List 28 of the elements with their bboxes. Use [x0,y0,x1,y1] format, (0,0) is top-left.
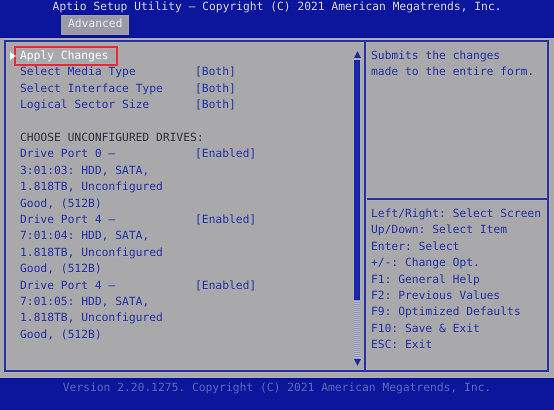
key-help-line: Enter: Select [371,238,460,255]
option-value[interactable]: [Enabled] [195,278,256,344]
menu-item[interactable]: Drive Port 4 – 7:01:05: HDD, SATA, 1.818TB, Unconfigured Good, (512B) [20,278,195,344]
tab[interactable]: Advanced [61,15,130,36]
key-help-line: F9: Optimized Defaults [371,304,522,320]
option-value[interactable]: [Both] [195,80,236,98]
key-help-line: F2: Previous Values [371,288,502,304]
option-value[interactable]: [Both] [195,97,236,114]
key-help-line: Left/Right: Select Screen [371,206,542,222]
menu-item[interactable]: Drive Port 0 – 3:01:03: HDD, SATA, 1.818TB, Unconfigured Good, (512B) [20,146,195,212]
menu-item[interactable]: Select Interface Type [20,80,195,98]
window-title: Aptio Setup Utility – Copyright (C) 2021 American Megatrends, Inc. [52,0,502,15]
option-value[interactable]: [Enabled] [195,146,256,212]
help-text: Submits the changes made to the entire form. [371,48,536,80]
key-help-line: F1: General Help [371,272,481,288]
key-help-line: ESC: Exit [371,337,434,354]
option-value[interactable]: [Both] [195,64,236,81]
key-help-line: +/-: Change Opt. [371,255,481,272]
menu-item[interactable]: Drive Port 4 – 7:01:04: HDD, SATA, 1.818TB, Unconfigured Good, (512B) [20,212,195,278]
scroll-up-icon[interactable] [354,51,360,58]
key-help-line: Up/Down: Select Item [371,222,508,238]
footer-text: Version 2.20.1275. Copyright (C) 2021 American Megatrends, Inc. [0,378,554,410]
section-heading: CHOOSE UNCONFIGURED DRIVES: [20,130,205,146]
menu-item[interactable]: Apply Changes [16,48,116,64]
key-help-line: F10: Save & Exit [371,320,481,337]
option-value[interactable]: [Enabled] [195,212,256,278]
menu-item[interactable]: Select Media Type [20,64,195,81]
menu-item[interactable]: Logical Sector Size [20,97,195,114]
